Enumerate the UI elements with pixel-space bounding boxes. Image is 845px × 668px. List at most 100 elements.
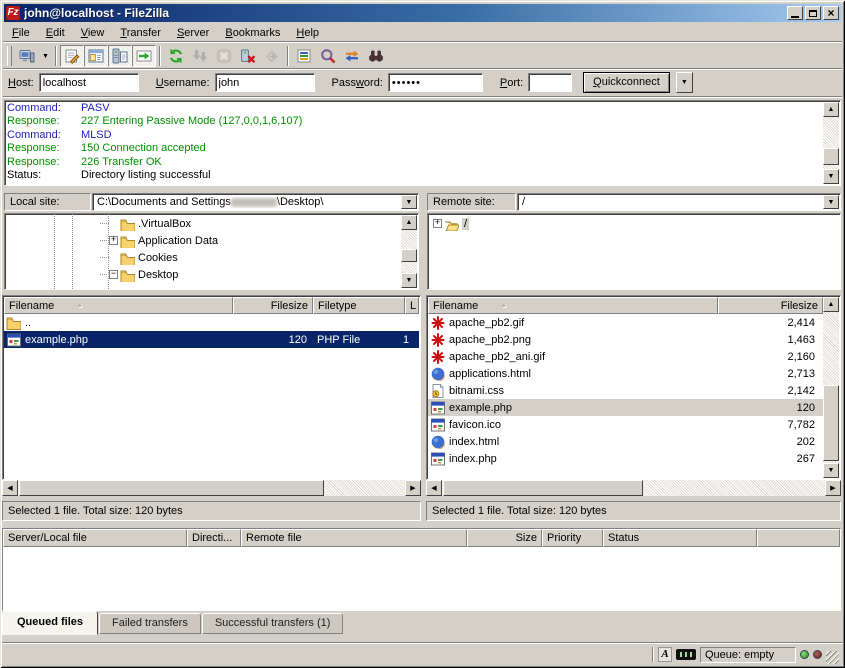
scroll-up-button[interactable]: ▲ — [823, 102, 839, 117]
local-tree-scrollbar[interactable]: ▲ ▼ — [401, 215, 417, 288]
data-type-indicator-icon[interactable]: A — [658, 647, 672, 662]
scroll-thumb[interactable] — [19, 480, 324, 496]
toggle-remote-tree-button[interactable] — [108, 45, 132, 67]
remote-file-list[interactable]: Filename▲ Filesize apache_pb2.gif2,414 a… — [426, 295, 841, 480]
file-row-parent-dir[interactable]: .. — [4, 314, 419, 331]
scroll-down-button[interactable]: ▼ — [823, 169, 839, 184]
scroll-down-button[interactable]: ▼ — [823, 463, 839, 478]
find-button[interactable] — [364, 45, 388, 67]
username-input[interactable] — [215, 73, 315, 92]
local-hscrollbar[interactable]: ◀ ▶ — [2, 480, 421, 497]
disconnect-button[interactable] — [236, 45, 260, 67]
process-queue-button[interactable] — [188, 45, 212, 67]
host-input[interactable] — [39, 73, 139, 92]
message-log[interactable]: Command:PASV Response:227 Entering Passi… — [4, 100, 841, 186]
scroll-up-button[interactable]: ▲ — [401, 215, 417, 230]
menu-transfer[interactable]: Transfer — [112, 25, 169, 41]
speed-limit-icon[interactable] — [676, 649, 696, 660]
local-directory-tree[interactable]: .VirtualBox Application Data Cookies Des… — [4, 213, 419, 290]
column-header-lastmodified[interactable]: L — [405, 297, 419, 314]
file-row[interactable]: apache_pb2.png1,463 — [428, 331, 823, 348]
local-file-list[interactable]: Filename▲ Filesize Filetype L .. example… — [2, 295, 421, 480]
scroll-thumb[interactable] — [401, 249, 417, 262]
site-manager-button[interactable] — [15, 45, 39, 67]
tab-queued-files[interactable]: Queued files — [2, 611, 98, 635]
file-row-selected[interactable]: example.php120 — [428, 399, 823, 416]
compare-button[interactable] — [316, 45, 340, 67]
menu-view[interactable]: View — [73, 25, 113, 41]
remote-list-scrollbar[interactable]: ▲ ▼ — [823, 297, 839, 478]
maximize-button[interactable] — [805, 6, 821, 20]
remote-hscrollbar[interactable]: ◀ ▶ — [426, 480, 841, 497]
toolbar-grip[interactable] — [7, 46, 12, 66]
filter-button[interactable] — [292, 45, 316, 67]
file-row[interactable]: apache_pb2_ani.gif2,160 — [428, 348, 823, 365]
collapse-icon[interactable] — [109, 270, 118, 279]
log-scrollbar[interactable]: ▲ ▼ — [823, 102, 839, 184]
column-header-filesize[interactable]: Filesize — [233, 297, 313, 314]
column-header-server-local-file[interactable]: Server/Local file — [3, 529, 187, 547]
scroll-down-button[interactable]: ▼ — [401, 273, 417, 288]
port-input[interactable] — [528, 73, 572, 92]
remote-site-dropdown[interactable]: ▼ — [823, 195, 839, 209]
scroll-right-button[interactable]: ▶ — [405, 480, 421, 496]
toggle-local-tree-button[interactable] — [84, 45, 108, 67]
menu-edit[interactable]: Edit — [38, 25, 73, 41]
column-header-filename[interactable]: Filename▲ — [4, 297, 233, 314]
synchronized-browsing-button[interactable] — [340, 45, 364, 67]
column-header-status[interactable]: Status — [603, 529, 757, 547]
reconnect-button[interactable] — [260, 45, 284, 67]
file-row[interactable]: index.php267 — [428, 450, 823, 467]
tree-item-cookies[interactable]: Cookies — [100, 249, 178, 266]
column-header-filesize[interactable]: Filesize — [718, 297, 823, 314]
scroll-up-button[interactable]: ▲ — [823, 297, 839, 312]
transfer-queue[interactable]: Server/Local file Directi... Remote file… — [2, 528, 841, 611]
column-header-remote-file[interactable]: Remote file — [241, 529, 467, 547]
minimize-button[interactable] — [787, 6, 803, 20]
column-header-priority[interactable]: Priority — [542, 529, 603, 547]
resize-grip[interactable] — [826, 651, 839, 664]
scroll-left-button[interactable]: ◀ — [2, 480, 18, 496]
column-header-filename[interactable]: Filename▲ — [428, 297, 718, 314]
local-site-combo[interactable]: C:\Documents and Settings\Desktop\ ▼ — [92, 193, 419, 211]
title-bar[interactable]: Fz john@localhost - FileZilla × — [4, 4, 841, 22]
menu-server[interactable]: Server — [169, 25, 217, 41]
tab-successful-transfers[interactable]: Successful transfers (1) — [202, 613, 344, 634]
menu-help[interactable]: Help — [288, 25, 327, 41]
refresh-button[interactable] — [164, 45, 188, 67]
menu-file[interactable]: File — [4, 25, 38, 41]
column-header-size[interactable]: Size — [467, 529, 542, 547]
scroll-right-button[interactable]: ▶ — [825, 480, 841, 496]
quickconnect-button[interactable]: Quickconnect — [583, 72, 670, 93]
local-site-dropdown[interactable]: ▼ — [401, 195, 417, 209]
remote-directory-tree[interactable]: / — [427, 213, 841, 290]
password-input[interactable] — [388, 73, 483, 92]
scroll-thumb[interactable] — [823, 385, 839, 461]
remote-site-combo[interactable]: / ▼ — [517, 193, 841, 211]
column-header-filetype[interactable]: Filetype — [313, 297, 405, 314]
menu-bookmarks[interactable]: Bookmarks — [217, 25, 288, 41]
file-row-example-php[interactable]: example.php 120 PHP File 1 — [4, 331, 419, 348]
expand-icon[interactable] — [109, 236, 118, 245]
tree-item-application-data[interactable]: Application Data — [100, 232, 218, 249]
file-row[interactable]: index.html202 — [428, 433, 823, 450]
scroll-thumb[interactable] — [443, 480, 643, 496]
close-button[interactable]: × — [823, 6, 839, 20]
tree-item-desktop[interactable]: Desktop — [100, 266, 178, 283]
column-header-direction[interactable]: Directi... — [187, 529, 241, 547]
toggle-queue-button[interactable] — [132, 45, 156, 67]
file-row[interactable]: applications.html2,713 — [428, 365, 823, 382]
scroll-left-button[interactable]: ◀ — [426, 480, 442, 496]
expand-icon[interactable] — [433, 219, 442, 228]
file-row[interactable]: favicon.ico7,782 — [428, 416, 823, 433]
toggle-message-log-button[interactable] — [60, 45, 84, 67]
file-row[interactable]: bitnami.css2,142 — [428, 382, 823, 399]
site-manager-dropdown[interactable]: ▼ — [39, 45, 52, 67]
file-row[interactable]: apache_pb2.gif2,414 — [428, 314, 823, 331]
tree-item-root[interactable]: / — [433, 215, 469, 232]
scroll-thumb[interactable] — [823, 148, 839, 165]
cancel-button[interactable] — [212, 45, 236, 67]
tab-failed-transfers[interactable]: Failed transfers — [99, 613, 201, 634]
quickconnect-dropdown[interactable]: ▼ — [676, 72, 693, 93]
tree-item-virtualbox[interactable]: .VirtualBox — [100, 215, 191, 232]
